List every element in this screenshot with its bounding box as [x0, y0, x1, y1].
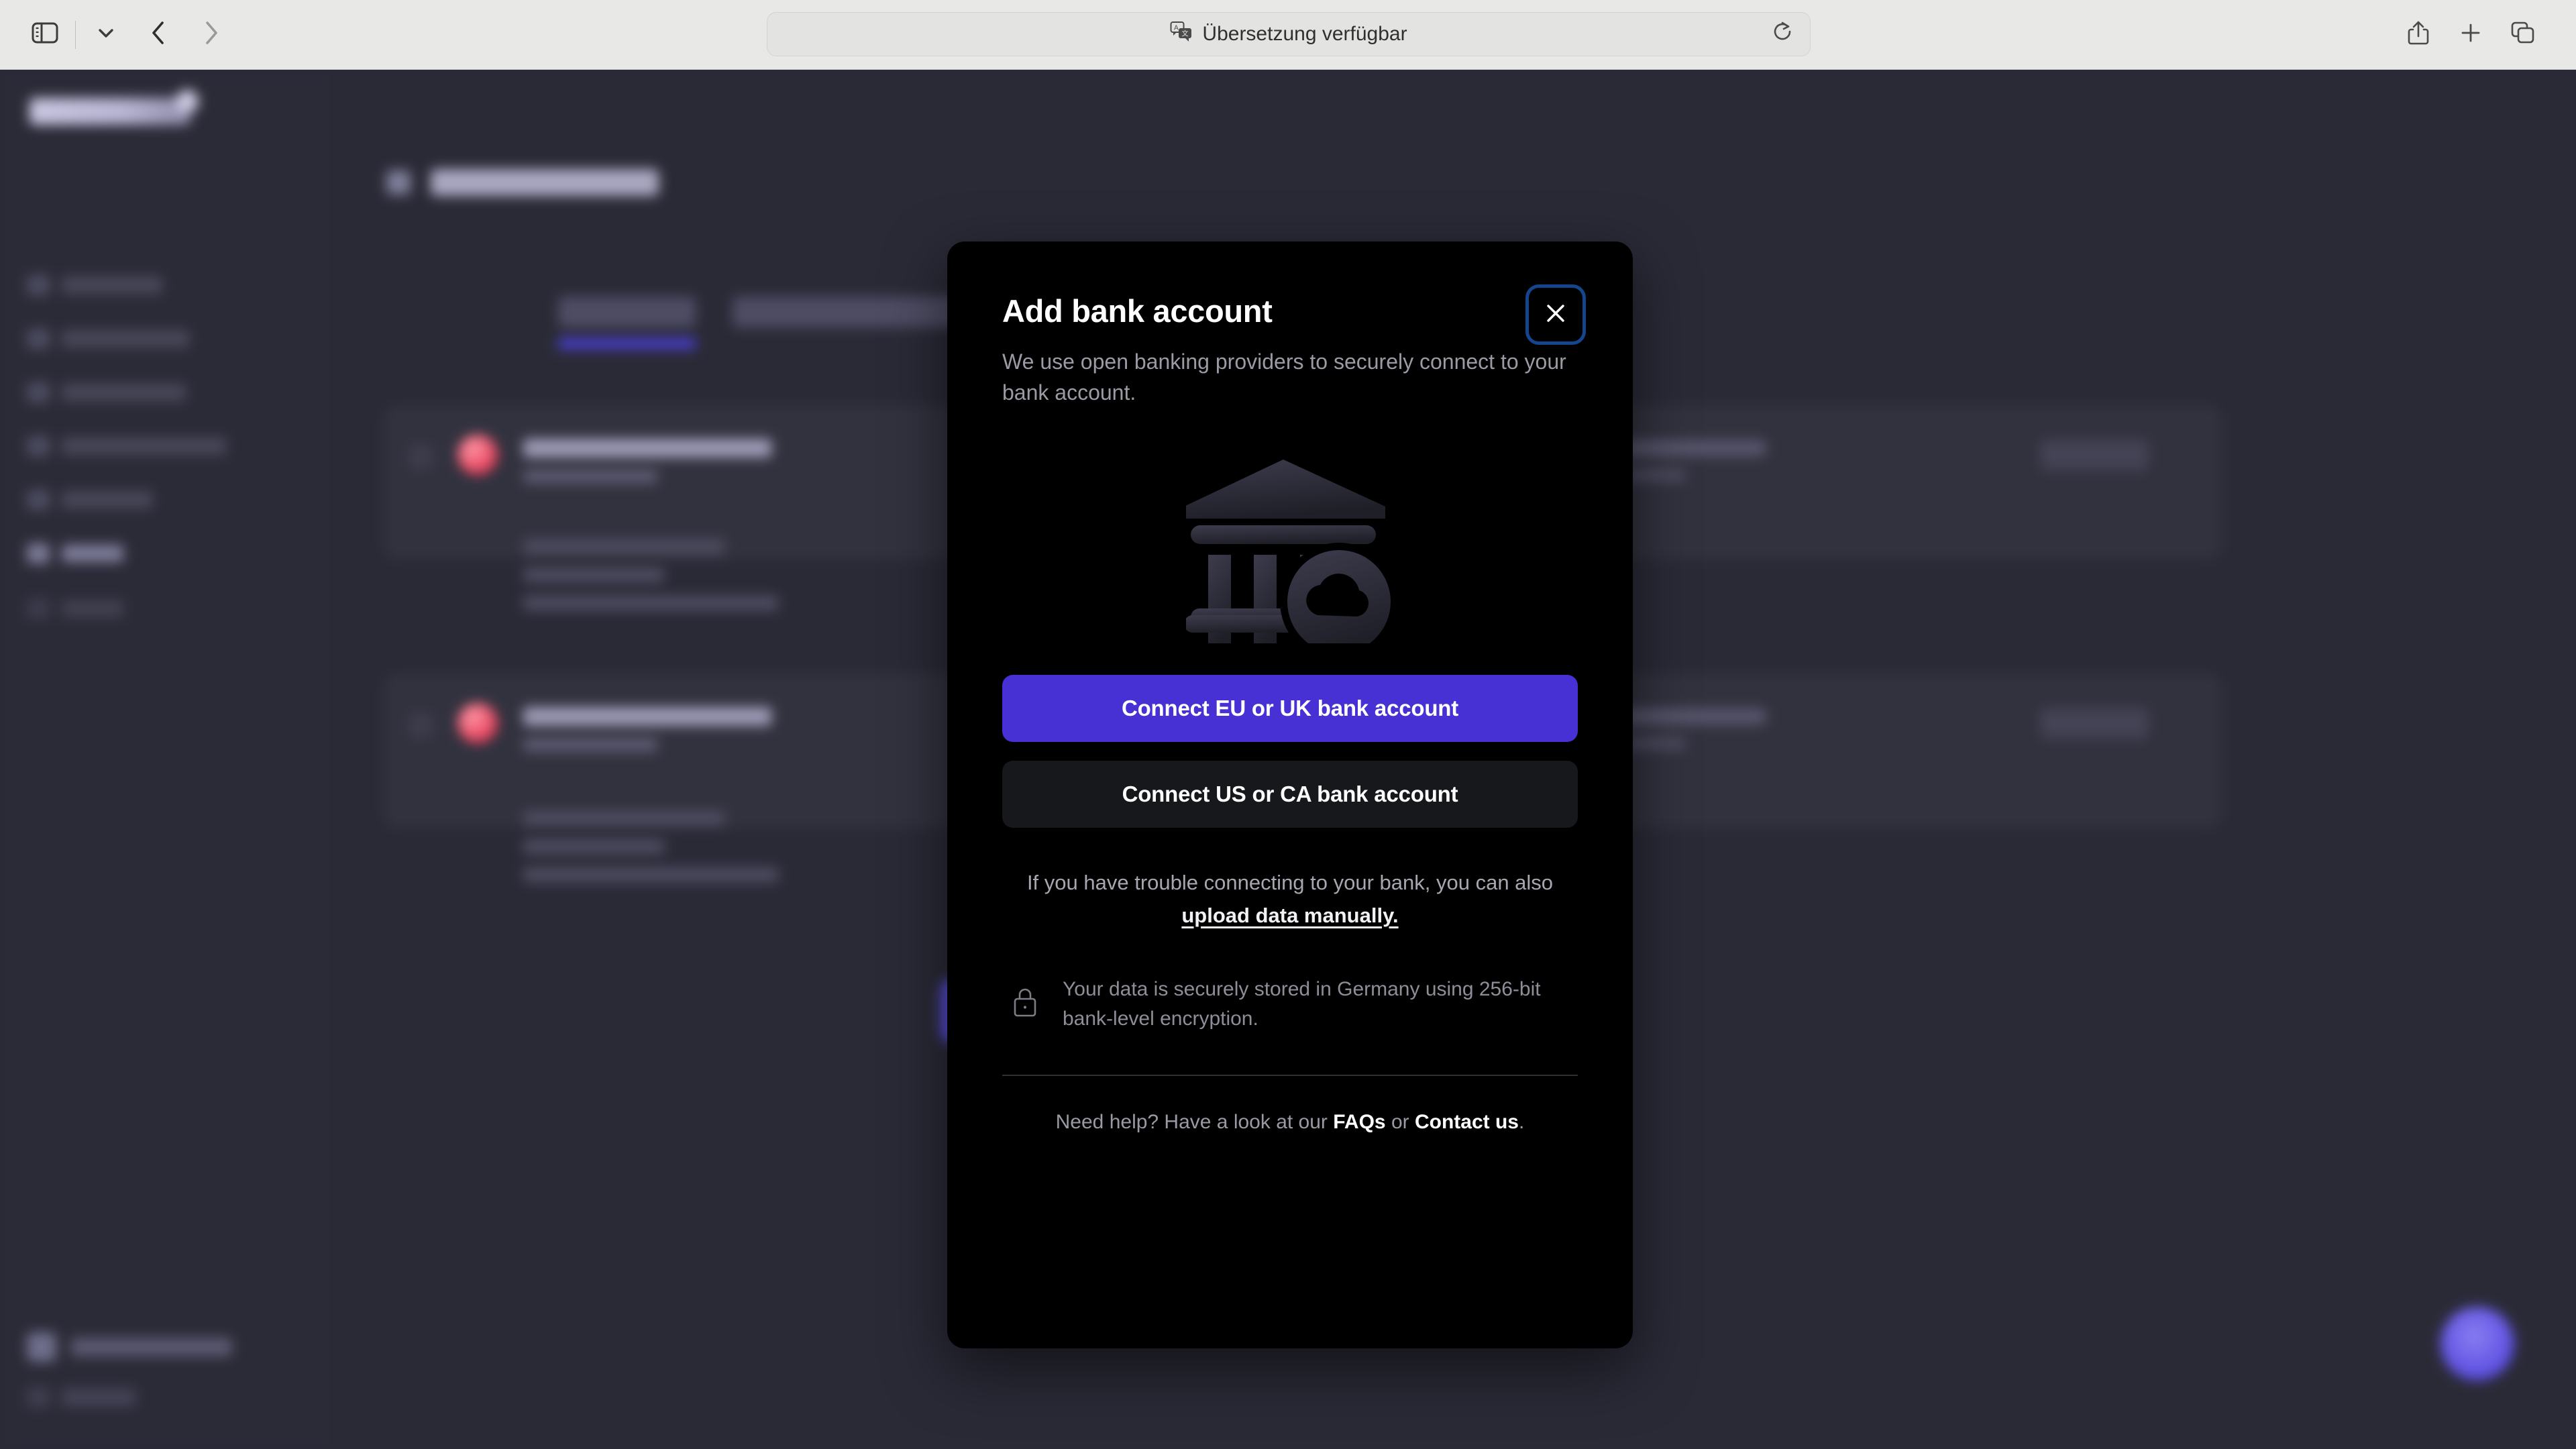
- upload-data-manually-link[interactable]: upload data manually.: [1181, 904, 1398, 927]
- reload-button[interactable]: [1771, 20, 1794, 48]
- browser-toolbar-right: [2392, 11, 2549, 58]
- dialog-title: Add bank account: [1002, 293, 1273, 329]
- browser-toolbar-left: [0, 11, 237, 58]
- security-note: Your data is securely stored in Germany …: [1002, 975, 1578, 1033]
- new-tab-button[interactable]: [2445, 11, 2497, 58]
- close-icon: [1541, 299, 1570, 331]
- tab-overview-button[interactable]: [2497, 11, 2549, 58]
- footer-suffix: .: [1519, 1111, 1525, 1134]
- help-footer: Need help? Have a look at our FAQs or Co…: [1002, 1111, 1578, 1134]
- modal-overlay: Add bank account We use open banking pro…: [0, 70, 2576, 1449]
- svg-text:A: A: [1174, 25, 1179, 32]
- sidebar-icon: [32, 22, 58, 47]
- faqs-link[interactable]: FAQs: [1333, 1111, 1385, 1133]
- translate-icon: A 文: [1170, 21, 1193, 48]
- tabs-icon: [2511, 21, 2535, 48]
- dialog-subtitle: We use open banking providers to securel…: [1002, 349, 1566, 405]
- bank-illustration: [1002, 440, 1578, 661]
- sidebar-menu-button[interactable]: [80, 11, 132, 58]
- footer-join: or: [1391, 1111, 1409, 1134]
- forward-chevron-icon: [202, 19, 219, 50]
- footer-divider: [1002, 1075, 1578, 1077]
- back-chevron-icon: [150, 19, 167, 50]
- bank-cloud-icon: [1184, 449, 1398, 661]
- forward-button[interactable]: [184, 11, 237, 58]
- share-icon: [2407, 20, 2430, 49]
- manual-upload-text: If you have trouble connecting to your b…: [1026, 871, 1554, 895]
- plus-icon: [2459, 21, 2482, 48]
- connect-us-ca-button[interactable]: Connect US or CA bank account: [1002, 761, 1578, 828]
- address-bar[interactable]: A 文 Übersetzung verfügbar: [767, 12, 1811, 56]
- contact-us-link[interactable]: Contact us: [1415, 1111, 1519, 1133]
- back-button[interactable]: [132, 11, 184, 58]
- address-bar-text: Übersetzung verfügbar: [1202, 23, 1407, 45]
- svg-text:文: 文: [1182, 30, 1189, 38]
- footer-prefix: Need help? Have a look at our: [1055, 1111, 1328, 1134]
- chevron-down-icon: [96, 26, 116, 43]
- add-bank-account-dialog: Add bank account We use open banking pro…: [947, 241, 1633, 1348]
- browser-toolbar: A 文 Übersetzung verfügbar: [0, 0, 2576, 70]
- connect-eu-uk-button[interactable]: Connect EU or UK bank account: [1002, 675, 1578, 743]
- close-button[interactable]: [1525, 284, 1586, 345]
- lock-icon: [1010, 985, 1040, 1022]
- security-note-text: Your data is securely stored in Germany …: [1063, 978, 1541, 1030]
- toolbar-divider: [75, 20, 76, 49]
- sidebar-toggle-button[interactable]: [19, 11, 71, 58]
- manual-upload-note: If you have trouble connecting to your b…: [1002, 867, 1578, 932]
- share-button[interactable]: [2392, 11, 2445, 58]
